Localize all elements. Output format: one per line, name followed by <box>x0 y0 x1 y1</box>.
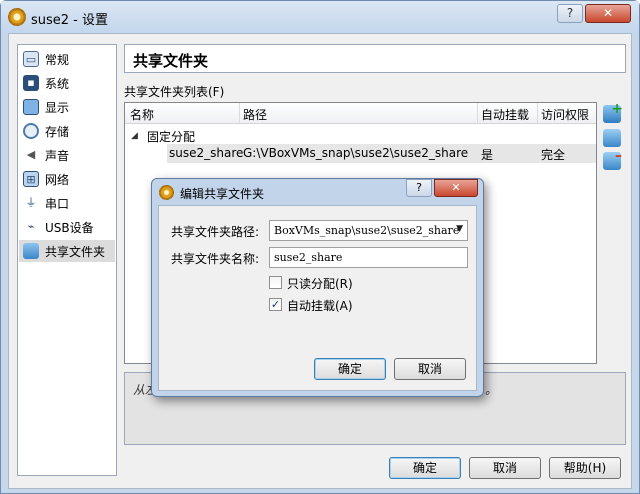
usb-icon: ⌁ <box>27 220 35 233</box>
folder-name-label: 共享文件夹名称: <box>171 252 260 266</box>
title-bar[interactable]: suse2 - 设置 ? ✕ <box>1 1 639 33</box>
sidebar-item-shared-folders[interactable]: 共享文件夹 <box>19 240 115 262</box>
sidebar-item-label: 系统 <box>45 77 70 91</box>
sidebar-item-label: 存储 <box>45 125 70 139</box>
sidebar-item-storage[interactable]: 存储 <box>19 120 115 142</box>
shared-folder-list-label: 共享文件夹列表(F) <box>124 85 225 99</box>
folder-path-combo[interactable]: BoxVMs_snap\suse2\suse2_share ▼ <box>269 220 468 241</box>
column-header-name[interactable]: 名称 <box>130 106 154 123</box>
folder-name-field[interactable]: suse2_share <box>269 247 468 268</box>
column-header-path[interactable]: 路径 <box>243 106 267 123</box>
window-title: suse2 - 设置 <box>31 13 109 28</box>
sidebar-item-usb[interactable]: ⌁ USB设备 <box>19 216 115 238</box>
cell-automount: 是 <box>481 148 494 162</box>
help-title-button[interactable]: ? <box>557 4 583 23</box>
dialog-ok-button[interactable]: 确定 <box>314 358 386 380</box>
page-title: 共享文件夹 <box>133 52 209 70</box>
dialog-title: 编辑共享文件夹 <box>180 187 265 201</box>
sidebar-item-label: 共享文件夹 <box>45 245 106 259</box>
column-divider[interactable] <box>239 103 240 123</box>
sidebar-item-network[interactable]: ⊞ 网络 <box>19 168 115 190</box>
edit-shared-folder-dialog: 编辑共享文件夹 ? ✕ 共享文件夹路径: BoxVMs_snap\suse2\s… <box>151 178 484 397</box>
general-icon: ▭ <box>23 51 39 67</box>
dialog-cancel-button[interactable]: 取消 <box>394 358 466 380</box>
info-text-tail: 。 <box>485 383 498 397</box>
sidebar-item-label: 显示 <box>45 101 70 115</box>
sidebar-item-label: 串口 <box>45 197 70 211</box>
cell-path: G:\VBoxVMs_snap\suse2\suse2_share <box>243 146 469 160</box>
readonly-checkbox[interactable] <box>269 276 282 289</box>
tree-group-label[interactable]: 固定分配 <box>147 128 195 145</box>
column-divider[interactable] <box>477 103 478 123</box>
dialog-body: 共享文件夹路径: BoxVMs_snap\suse2\suse2_share ▼… <box>158 205 477 391</box>
automount-checkbox[interactable]: ✓ <box>269 298 282 311</box>
audio-icon: ◀ <box>26 148 36 161</box>
sidebar-item-general[interactable]: ▭ 常规 <box>19 48 115 70</box>
network-icon: ⊞ <box>23 171 39 187</box>
cell-name: suse2_share <box>169 146 244 160</box>
folder-path-label: 共享文件夹路径: <box>171 225 260 239</box>
serial-port-icon: ⏚ <box>25 196 37 209</box>
edit-folder-icon[interactable] <box>603 129 621 147</box>
column-header-automount[interactable]: 自动挂载 <box>481 106 529 123</box>
sidebar-item-audio[interactable]: ◀ 声音 <box>19 144 115 166</box>
folder-path-value: BoxVMs_snap\suse2\suse2_share <box>274 224 460 237</box>
sidebar-item-label: USB设备 <box>45 221 94 235</box>
table-header: 名称 路径 自动挂载 访问权限 <box>125 103 596 124</box>
table-row[interactable]: suse2_share G:\VBoxVMs_snap\suse2\suse2_… <box>167 144 596 163</box>
dialog-help-button[interactable]: ? <box>406 179 432 197</box>
storage-icon <box>23 123 39 139</box>
readonly-label[interactable]: 只读分配(R) <box>287 275 353 292</box>
system-icon: ▪ <box>23 75 39 91</box>
virtualbox-gear-icon <box>8 8 26 26</box>
close-button[interactable]: ✕ <box>585 4 631 23</box>
page-header: 共享文件夹 <box>124 44 626 73</box>
display-icon <box>23 99 39 115</box>
sidebar-item-label: 网络 <box>45 173 70 187</box>
settings-sidebar: ▭ 常规 ▪ 系统 显示 存储 ◀ 声音 ⊞ 网络 ⏚ 串口 ⌁ USB设备 共… <box>17 44 117 476</box>
remove-folder-icon[interactable] <box>603 148 622 170</box>
add-folder-icon[interactable] <box>603 101 623 123</box>
help-button[interactable]: 帮助(H) <box>549 457 621 479</box>
sidebar-item-serial-port[interactable]: ⏚ 串口 <box>19 192 115 214</box>
sidebar-item-system[interactable]: ▪ 系统 <box>19 72 115 94</box>
column-header-access[interactable]: 访问权限 <box>541 106 589 123</box>
folder-name-value: suse2_share <box>274 251 343 264</box>
sidebar-item-label: 常规 <box>45 53 70 67</box>
dropdown-arrow-icon[interactable]: ▼ <box>456 224 463 234</box>
automount-label[interactable]: 自动挂载(A) <box>287 297 353 314</box>
cell-access: 完全 <box>541 148 566 162</box>
sidebar-item-label: 声音 <box>45 149 70 163</box>
expand-arrow-icon[interactable]: ◢ <box>131 131 138 141</box>
cancel-button[interactable]: 取消 <box>469 457 541 479</box>
dialog-close-button[interactable]: ✕ <box>434 179 478 197</box>
shared-folder-icon <box>23 243 39 259</box>
ok-button[interactable]: 确定 <box>389 457 461 479</box>
sidebar-item-display[interactable]: 显示 <box>19 96 115 118</box>
virtualbox-gear-icon <box>159 185 174 200</box>
column-divider[interactable] <box>537 103 538 123</box>
